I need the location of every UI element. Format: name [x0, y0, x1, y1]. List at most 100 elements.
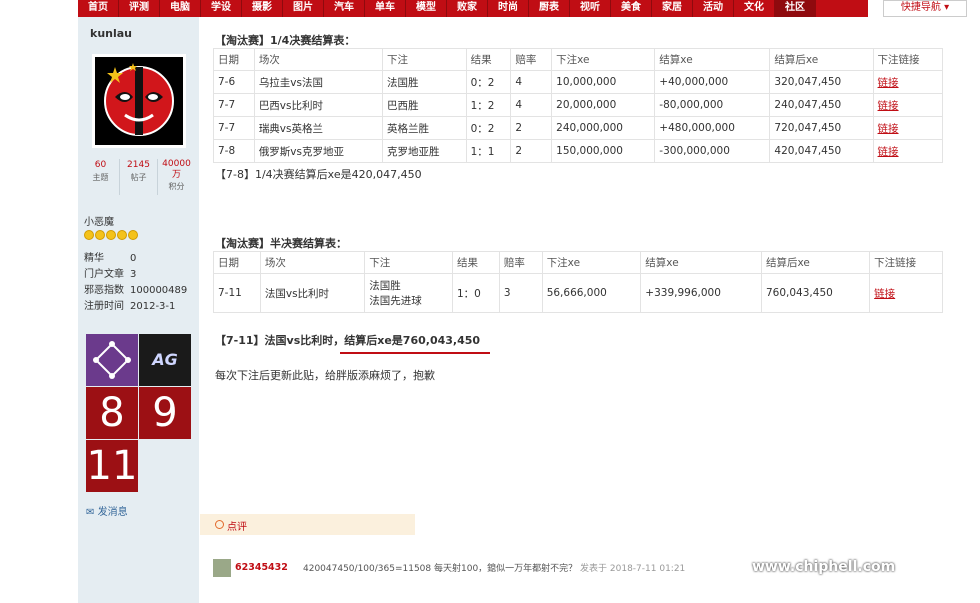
envelope-icon: ✉: [86, 507, 95, 518]
cell-result: 1：0: [452, 273, 500, 313]
avatar[interactable]: [92, 54, 186, 148]
table-cell: 1：2: [465, 93, 512, 117]
column-header: 日期: [213, 48, 255, 71]
rank-medals: [84, 230, 138, 240]
nav-item[interactable]: 摄影: [242, 0, 283, 17]
nav-item[interactable]: 文化: [734, 0, 775, 17]
smiley-medal-icon: [95, 230, 105, 240]
column-header: 场次: [259, 251, 366, 274]
nav-item[interactable]: 活动: [693, 0, 734, 17]
nav-item[interactable]: 厨表: [529, 0, 570, 17]
stat-threads[interactable]: 60 主题: [82, 159, 120, 195]
profile-row: 门户文章 3: [84, 269, 137, 280]
send-message-link[interactable]: ✉ 发消息: [86, 503, 128, 518]
nav-item[interactable]: 家居: [652, 0, 693, 17]
author-sidebar: kunlau 60 主题 2145 帖子 40000 万 积分 小恶魔 精华 0…: [78, 17, 199, 603]
user-rank[interactable]: 小恶魔: [84, 213, 114, 228]
table-cell: 420,047,450: [769, 139, 874, 163]
table-cell: 乌拉圭vs法国: [253, 70, 383, 94]
column-header: 下注xe: [541, 251, 642, 274]
table-cell: 240,047,450: [769, 93, 874, 117]
table-cell: 链接: [872, 139, 944, 163]
nav-item[interactable]: 评测: [119, 0, 160, 17]
table-row: 7-11 法国vs比利时 法国胜 法国先进球 1：0 3 56,666,000 …: [213, 273, 943, 313]
table-cell: 150,000,000: [551, 139, 656, 163]
table-header-row: 日期 场次 下注 结果 赔率 下注xe 结算xe 结算后xe 下注链接: [213, 48, 944, 71]
semi-final-title: 【淘汰赛】半决赛结算表：: [215, 237, 347, 250]
table-cell: 7-7: [213, 116, 255, 140]
table-cell: 链接: [872, 93, 944, 117]
table-row: 7-8 俄罗斯vs克罗地亚 克罗地亚胜 1：1 2 150,000,000 -300,000…: [213, 139, 944, 163]
bet-link[interactable]: 链接: [878, 123, 899, 135]
table-cell: -300,000,000: [654, 139, 771, 163]
deadpool-avatar-image[interactable]: [95, 57, 183, 145]
table-row: 7-6 乌拉圭vs法国 法国胜 0：2 4 10,000,000 +40,000,000 32…: [213, 70, 944, 94]
nav-item[interactable]: 汽车: [324, 0, 365, 17]
medal-badge-8[interactable]: 8: [86, 387, 138, 439]
commenter-username[interactable]: 62345432: [235, 562, 288, 573]
table-cell: 0：2: [465, 116, 512, 140]
stat-credits[interactable]: 40000 万 积分: [158, 159, 195, 195]
column-header: 场次: [253, 48, 383, 71]
nav-item[interactable]: 视听: [570, 0, 611, 17]
table-cell: 7-7: [213, 93, 255, 117]
table-cell: 2: [510, 116, 553, 140]
nav-item[interactable]: 美食: [611, 0, 652, 17]
table-cell: 7-6: [213, 70, 255, 94]
table-header-row: 日期 场次 下注 结果 赔率 下注xe 结算xe 结算后xe 下注链接: [213, 251, 943, 274]
table-cell: 0：2: [465, 70, 512, 94]
cell-after: 760,043,450: [760, 273, 871, 313]
stat-posts[interactable]: 2145 帖子: [120, 159, 158, 195]
column-header: 日期: [213, 251, 261, 274]
nav-item[interactable]: 败家: [447, 0, 488, 17]
nav-item[interactable]: 电脑: [160, 0, 201, 17]
column-header: 下注: [381, 48, 467, 71]
bet-link[interactable]: 链接: [874, 288, 895, 300]
nav-item[interactable]: 首页: [78, 0, 119, 17]
post-note: 每次下注后更新此贴，给胖版添麻烦了，抱歉: [215, 369, 435, 382]
circle-icon: [215, 520, 224, 529]
medal-badge-9[interactable]: 9: [139, 387, 191, 439]
author-username[interactable]: kunlau: [90, 27, 132, 40]
table-cell: 法国胜: [381, 70, 467, 94]
nav-item[interactable]: 图片: [283, 0, 324, 17]
table-cell: 瑞典vs英格兰: [253, 116, 383, 140]
nav-item[interactable]: 学设: [201, 0, 242, 17]
cell-link: 链接: [869, 273, 943, 313]
column-header: 结算后xe: [760, 251, 871, 274]
comment-time: 发表于 2018-7-11 01:21: [580, 564, 686, 574]
nav-item[interactable]: 模型: [406, 0, 447, 17]
semi-final-summary: 【7-11】法国vs比利时，结算后xe是760,043,450: [215, 334, 481, 347]
smiley-medal-icon: [128, 230, 138, 240]
comment-section-tab: 点评: [200, 514, 415, 535]
cell-date: 7-11: [213, 273, 261, 313]
column-header: 结算后xe: [769, 48, 874, 71]
medal-badge-ag[interactable]: AG: [139, 334, 191, 386]
nav-item[interactable]: 社区: [775, 0, 816, 17]
column-header: 下注: [364, 251, 453, 274]
comment-text: 420047450/100/365=11508 每天射100，鎴似一万年都射不完…: [303, 564, 686, 574]
quick-nav-button[interactable]: 快捷导航 ▾: [883, 0, 967, 17]
profile-row: 注册时间 2012-3-1: [84, 301, 176, 312]
column-header: 结果: [465, 48, 512, 71]
main-nav-bar: 首页 评测 电脑 学设 摄影 图片 汽车 单车 模型 败家 时尚 厨表 视听 美食 家居 活动 文化 社区: [78, 0, 868, 17]
bet-link[interactable]: 链接: [878, 146, 899, 158]
medal-badge-11[interactable]: 11: [86, 440, 138, 492]
table-cell: +480,000,000: [654, 116, 771, 140]
top-nav: 首页 评测 电脑 学设 摄影 图片 汽车 单车 模型 败家 时尚 厨表 视听 美食 家居 活动 文化 社区 快捷导…: [0, 0, 980, 17]
nav-item[interactable]: 时尚: [488, 0, 529, 17]
table-cell: 巴西vs比利时: [253, 93, 383, 117]
bet-link[interactable]: 链接: [878, 77, 899, 89]
table-cell: -80,000,000: [654, 93, 771, 117]
deadpool-icon: [104, 63, 174, 136]
table-cell: 20,000,000: [551, 93, 656, 117]
nav-item[interactable]: 单车: [365, 0, 406, 17]
table-cell: 英格兰胜: [381, 116, 467, 140]
bet-link[interactable]: 链接: [878, 100, 899, 112]
semi-final-table: 日期 场次 下注 结果 赔率 下注xe 结算xe 结算后xe 下注链接 7-11 法国vs比利时…: [213, 251, 943, 313]
medal-badge-arrows-icon[interactable]: [86, 334, 138, 386]
table-cell: 240,000,000: [551, 116, 656, 140]
table-cell: 10,000,000: [551, 70, 656, 94]
commenter-avatar[interactable]: [213, 559, 231, 577]
cell-stake: 56,666,000: [541, 273, 642, 313]
